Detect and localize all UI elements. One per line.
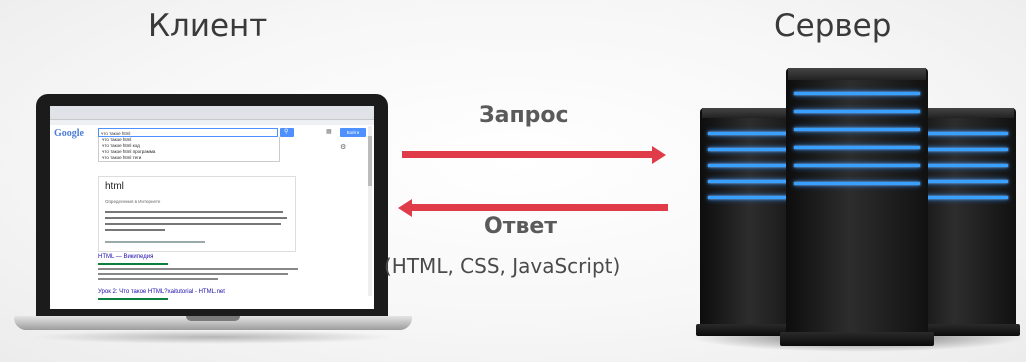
browser-chrome bbox=[50, 106, 374, 120]
text-line bbox=[105, 223, 281, 225]
server-tower-center bbox=[786, 68, 928, 338]
response-arrow-line bbox=[411, 204, 668, 211]
result-title: Урок 2: Что такое HTML?xaitutorial - HTM… bbox=[98, 289, 225, 295]
laptop-notch bbox=[186, 316, 240, 321]
laptop-lid: Google что такое html ⚲ ▦ Войти ⚙ что та… bbox=[36, 94, 388, 320]
response-formats: (HTML, CSS, JavaScript) bbox=[384, 254, 621, 278]
server-led bbox=[794, 164, 920, 167]
response-arrow-head bbox=[398, 199, 412, 217]
text-line bbox=[98, 268, 298, 270]
request-label: Запрос bbox=[479, 103, 569, 128]
result-url bbox=[98, 298, 168, 300]
request-arrow-line bbox=[402, 151, 654, 158]
result-url bbox=[98, 263, 168, 265]
server-led bbox=[794, 110, 920, 113]
request-arrow-head bbox=[652, 146, 666, 164]
response-label: Ответ bbox=[484, 214, 558, 239]
laptop-screen: Google что такое html ⚲ ▦ Войти ⚙ что та… bbox=[50, 106, 374, 309]
knowledge-title: html bbox=[105, 181, 124, 192]
text-line bbox=[98, 278, 218, 280]
text-line bbox=[98, 273, 288, 275]
scrollbar-thumb bbox=[368, 136, 372, 186]
server-base bbox=[780, 332, 934, 346]
search-icon: ⚲ bbox=[284, 129, 289, 135]
client-laptop: Google что такое html ⚲ ▦ Войти ⚙ что та… bbox=[14, 94, 412, 356]
suggestion-item: что такое html теги bbox=[102, 155, 142, 160]
server-top bbox=[788, 68, 926, 80]
server-led bbox=[794, 182, 920, 185]
text-line bbox=[105, 229, 165, 231]
text-line bbox=[105, 241, 205, 243]
laptop-shadow bbox=[30, 330, 396, 344]
knowledge-card: html Определения в Интернете bbox=[98, 176, 296, 252]
signin-button: Войти bbox=[340, 128, 366, 137]
result-title: HTML — Википедия bbox=[98, 254, 154, 260]
text-line bbox=[105, 211, 283, 213]
server-led bbox=[794, 92, 920, 95]
browser-bookmarks-bar bbox=[50, 120, 374, 125]
server-led bbox=[794, 128, 920, 131]
knowledge-subtitle: Определения в Интернете bbox=[105, 199, 161, 204]
gear-icon: ⚙ bbox=[340, 144, 347, 151]
search-input: что такое html bbox=[98, 128, 278, 137]
search-suggestions: что такое html что такое html код что та… bbox=[98, 137, 280, 162]
apps-grid-icon: ▦ bbox=[326, 129, 332, 135]
text-line bbox=[105, 217, 287, 219]
google-logo: Google bbox=[54, 128, 84, 139]
server-rack bbox=[690, 62, 1026, 358]
client-title: Клиент bbox=[148, 8, 268, 44]
server-led bbox=[794, 146, 920, 149]
server-title: Сервер bbox=[774, 8, 892, 44]
